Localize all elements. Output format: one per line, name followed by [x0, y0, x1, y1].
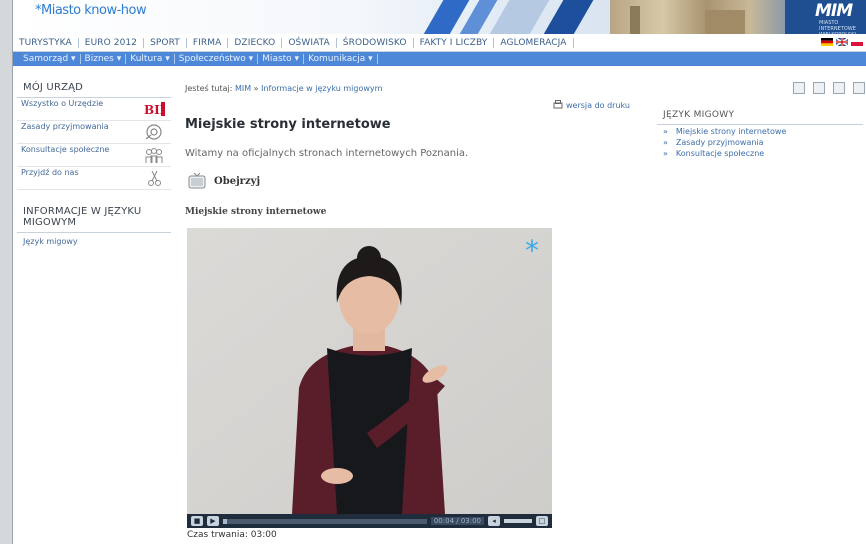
- header-banner: *Miasto know-how MIM MIASTO INTERNETOWE …: [13, 0, 866, 34]
- category-menu-item[interactable]: Komunikacja ▾: [304, 54, 378, 64]
- logo-subtext: MIASTO INTERNETOWE WIELKOPOLSKI: [819, 20, 856, 34]
- video-player[interactable]: * ■ ▶ 00:04 / 03:00 ◂ □: [187, 228, 552, 528]
- print-version-link[interactable]: wersja do druku: [553, 100, 630, 110]
- top-menu-item[interactable]: SPORT: [144, 37, 187, 48]
- browser-page: *Miasto know-how MIM MIASTO INTERNETOWE …: [12, 0, 866, 544]
- signer-hair-bun: [357, 246, 381, 270]
- signer-hand-low: [321, 468, 353, 484]
- sidebar-section-title: INFORMACJE W JĘZYKU MIGOWYM: [17, 198, 171, 233]
- sidebar-section-title: MÓJ URZĄD: [17, 74, 171, 98]
- breadcrumb-separator: »: [253, 84, 259, 93]
- breadcrumb-current[interactable]: Informacje w języku migowym: [261, 84, 382, 93]
- breadcrumb-home[interactable]: MIM: [235, 84, 251, 93]
- text-size-icon[interactable]: [833, 82, 845, 94]
- tool-icons: [793, 82, 865, 94]
- category-menu-item[interactable]: Kultura ▾: [126, 54, 175, 64]
- category-menu-item[interactable]: Społeczeństwo ▾: [175, 54, 259, 64]
- sign-language-link[interactable]: Język migowy: [13, 233, 175, 250]
- top-menu-item[interactable]: EURO 2012: [79, 37, 145, 48]
- category-menu-item[interactable]: Samorząd ▾: [19, 54, 81, 64]
- banner-stripe: [486, 0, 552, 34]
- video-duration: Czas trwania: 03:00: [187, 530, 277, 540]
- sidebar-item-label[interactable]: Konsultacje społeczne: [21, 145, 111, 155]
- home-icon[interactable]: [793, 82, 805, 94]
- top-menu-item[interactable]: FIRMA: [187, 37, 229, 48]
- top-menu-item[interactable]: OŚWIATA: [282, 37, 337, 48]
- right-list-item[interactable]: » Konsultacje społeczne: [657, 147, 863, 158]
- banner-stripe: [540, 0, 596, 34]
- top-menu-item[interactable]: FAKTY I LICZBY: [414, 37, 495, 48]
- sidebar-item-label[interactable]: Zasady przyjmowania: [21, 122, 111, 132]
- sidebar-item[interactable]: Konsultacje społeczne: [17, 144, 171, 167]
- print-version-label[interactable]: wersja do druku: [566, 101, 630, 110]
- bip-logo-icon: BIP: [144, 102, 165, 117]
- print-icon[interactable]: [813, 82, 825, 94]
- left-sidebar: MÓJ URZĄD Wszystko o Urzędzie BIP Zasady…: [13, 74, 175, 250]
- asterisk-mark: *: [525, 234, 539, 267]
- polish-flag-icon[interactable]: [851, 38, 863, 46]
- at-sign-icon: [145, 124, 162, 140]
- watch-label[interactable]: Obejrzyj: [214, 176, 260, 187]
- fullscreen-icon[interactable]: □: [536, 516, 548, 526]
- signer-vest: [327, 348, 412, 514]
- breadcrumb: Jesteś tutaj: MIM » Informacje w języku …: [185, 84, 382, 93]
- top-menu-item[interactable]: DZIECKO: [228, 37, 283, 48]
- volume-icon[interactable]: ◂: [488, 516, 500, 526]
- tv-icon: [188, 172, 206, 189]
- watch-button[interactable]: Obejrzyj: [188, 172, 260, 190]
- people-icon: [145, 148, 163, 163]
- category-menu-item[interactable]: Biznes ▾: [81, 54, 127, 64]
- breadcrumb-prefix: Jesteś tutaj:: [185, 84, 233, 93]
- right-sidebar: JĘZYK MIGOWY » Miejskie strony internetow…: [657, 102, 863, 158]
- scissors-icon: [148, 170, 161, 186]
- top-menu-item[interactable]: AGLOMERACJA: [494, 37, 574, 48]
- right-section-title: JĘZYK MIGOWY: [657, 102, 863, 125]
- player-controls: ■ ▶ 00:04 / 03:00 ◂ □: [187, 514, 552, 528]
- language-flags: [821, 38, 863, 46]
- category-menu-bar: Samorząd ▾ Biznes ▾ Kultura ▾ Społeczeńs…: [13, 52, 866, 66]
- german-flag-icon[interactable]: [821, 38, 833, 46]
- video-subtitle: Miejskie strony internetowe: [185, 207, 327, 217]
- page-title: Miejskie strony internetowe: [185, 117, 391, 132]
- right-list-item[interactable]: » Miejskie strony internetowe: [657, 125, 863, 136]
- progress-fill: [223, 518, 228, 524]
- volume-slider[interactable]: [504, 519, 532, 523]
- sidebar-item-label[interactable]: Wszystko o Urzędzie: [21, 99, 111, 109]
- printer-icon: [553, 100, 563, 109]
- uk-flag-icon[interactable]: [836, 38, 848, 46]
- top-menu-item[interactable]: ŚRODOWISKO: [337, 37, 414, 48]
- sidebar-item-label[interactable]: Przyjdź do nas: [21, 168, 111, 178]
- welcome-text: Witamy na oficjalnych stronach interneto…: [185, 148, 469, 159]
- share-icon[interactable]: [853, 82, 865, 94]
- progress-bar[interactable]: [223, 518, 427, 524]
- sidebar-item[interactable]: Zasady przyjmowania: [17, 121, 171, 144]
- right-list-item-label[interactable]: Konsultacje społeczne: [676, 149, 764, 158]
- top-menu-item[interactable]: TURYSTYKA: [13, 37, 79, 48]
- play-button-icon[interactable]: ▶: [207, 516, 219, 526]
- time-display: 00:04 / 03:00: [430, 517, 484, 525]
- stop-button-icon[interactable]: ■: [191, 516, 203, 526]
- right-list-item[interactable]: » Zasady przyjmowania: [657, 136, 863, 147]
- mim-logo[interactable]: MIM MIASTO INTERNETOWE WIELKOPOLSKI: [785, 0, 866, 34]
- banner-photo: [610, 0, 785, 34]
- video-frame: *: [187, 228, 552, 514]
- sidebar-item[interactable]: Wszystko o Urzędzie BIP: [17, 98, 171, 121]
- sidebar-item[interactable]: Przyjdź do nas: [17, 167, 171, 190]
- right-list-item-label[interactable]: Miejskie strony internetowe: [676, 127, 786, 136]
- logo-text: MIM: [815, 1, 853, 21]
- right-list-item-label[interactable]: Zasady przyjmowania: [676, 138, 764, 147]
- site-slogan: *Miasto know-how: [35, 3, 147, 18]
- category-menu-item[interactable]: Miasto ▾: [258, 54, 305, 64]
- top-menu: TURYSTYKA EURO 2012 SPORT FIRMA DZIECKO …: [13, 34, 866, 52]
